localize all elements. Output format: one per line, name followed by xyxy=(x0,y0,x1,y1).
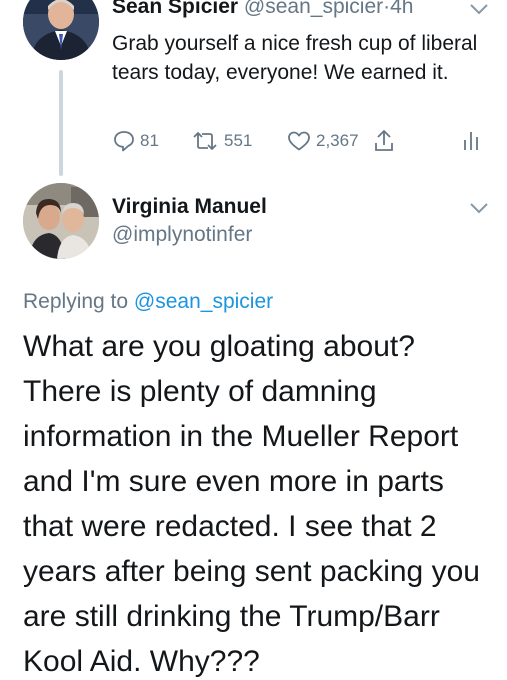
retweet-icon xyxy=(193,132,217,150)
parent-tweet-header: Sean Spicier @sean_spicier·4h xyxy=(112,0,413,20)
reply-icon xyxy=(114,131,134,152)
heart-icon xyxy=(288,131,310,151)
reply-display-name[interactable]: Virginia Manuel xyxy=(112,194,267,220)
avatar-photo-icon xyxy=(23,0,99,60)
retweet-count: 551 xyxy=(224,131,253,150)
reply-button[interactable]: 81 xyxy=(112,126,159,156)
like-button[interactable]: 2,367 xyxy=(286,126,359,156)
reply-count: 81 xyxy=(140,131,159,150)
parent-tweet-text: Grab yourself a nice fresh cup of libera… xyxy=(112,32,478,84)
thread-connector-line xyxy=(59,70,63,176)
parent-tweet-actions: 81 551 2,367 xyxy=(112,126,497,156)
replying-to-mention[interactable]: @sean_spicier xyxy=(134,290,273,313)
analytics-icon xyxy=(464,132,478,150)
parent-handle[interactable]: @sean_spicier xyxy=(244,0,383,18)
analytics-button[interactable] xyxy=(460,126,482,156)
retweet-button[interactable]: 551 xyxy=(190,126,252,156)
chevron-down-icon[interactable] xyxy=(468,2,490,16)
reply-avatar[interactable] xyxy=(23,183,99,259)
reply-tweet-text: What are you gloating about? There is pl… xyxy=(23,330,480,678)
parent-display-name[interactable]: Sean Spicier xyxy=(112,0,238,18)
replying-to-line: Replying to @sean_spicier xyxy=(23,289,273,315)
avatar-photo-icon xyxy=(23,183,99,259)
reply-handle[interactable]: @implynotinfer xyxy=(112,222,252,248)
like-count: 2,367 xyxy=(316,131,359,150)
share-button[interactable] xyxy=(372,126,396,156)
parent-timestamp[interactable]: 4h xyxy=(390,0,413,18)
share-icon xyxy=(375,130,393,151)
replying-to-label: Replying to xyxy=(23,290,129,313)
chevron-down-icon[interactable] xyxy=(468,201,490,215)
parent-avatar[interactable] xyxy=(23,0,99,60)
tweet-thread-view: Sean Spicier @sean_spicier·4h Grab yours… xyxy=(0,0,507,680)
